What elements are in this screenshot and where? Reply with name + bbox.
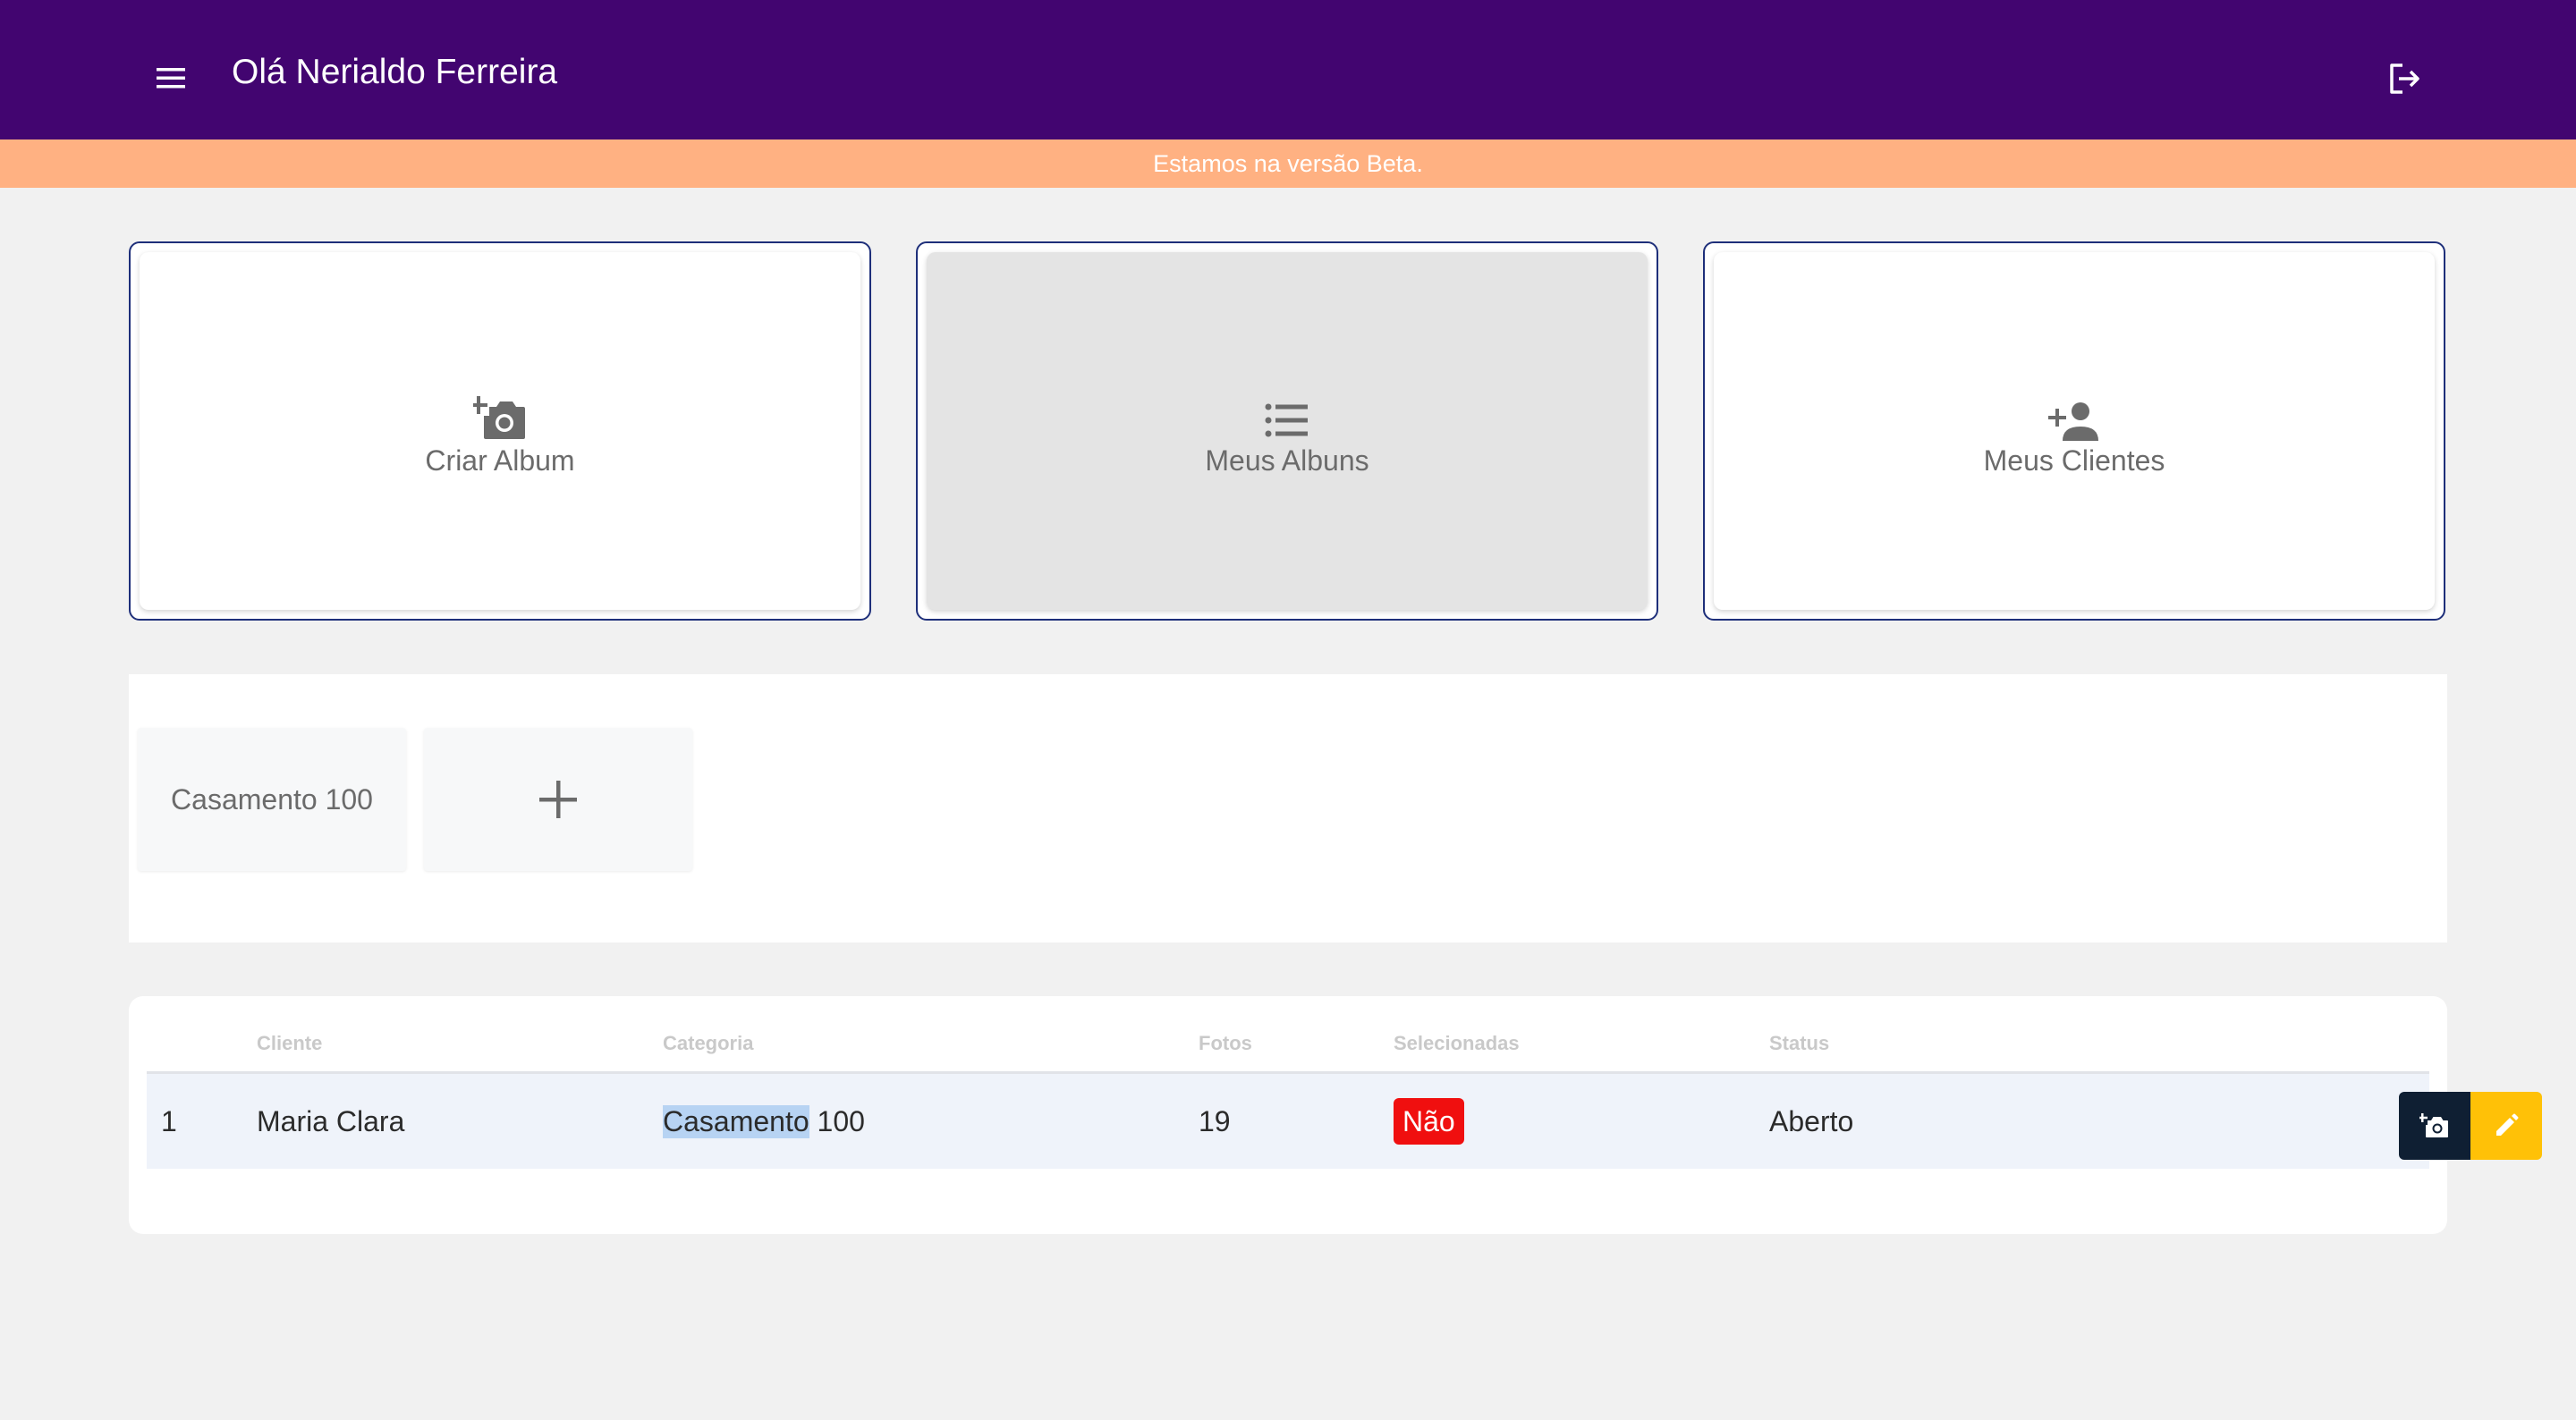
column-header-cliente: Cliente: [257, 1032, 323, 1054]
card-create-album-label: Criar Album: [425, 444, 575, 477]
row-cliente: Maria Clara: [257, 1104, 405, 1137]
card-create-album-body: Criar Album: [140, 252, 860, 610]
album-tile[interactable]: Casamento 100: [138, 728, 406, 871]
logout-button[interactable]: [2379, 54, 2429, 104]
menu-button[interactable]: [145, 52, 197, 104]
column-header-fotos: Fotos: [1199, 1032, 1252, 1054]
card-my-clients-label: Meus Clientes: [1983, 444, 2165, 477]
greeting-title: Olá Nerialdo Ferreira: [232, 53, 558, 91]
column-header-status: Status: [1769, 1032, 1830, 1054]
pencil-icon: [2496, 1113, 2519, 1136]
table-row: 1 Maria Clara Casamento 100 19 Não Abert…: [147, 1074, 2542, 1169]
beta-banner-text: Estamos na versão Beta.: [1153, 149, 1423, 177]
beta-banner: Estamos na versão Beta.: [0, 139, 2576, 188]
add-album-button[interactable]: [424, 728, 692, 871]
row-categoria-rest: 100: [809, 1104, 865, 1137]
logout-icon: [2390, 63, 2419, 94]
album-tile-label: Casamento 100: [171, 782, 373, 816]
albums-table: Cliente Categoria Fotos Selecionadas Sta…: [129, 996, 2542, 1234]
card-my-clients[interactable]: Meus Clientes: [1703, 241, 2445, 621]
top-app-bar: Olá Nerialdo Ferreira: [0, 0, 2576, 139]
card-my-clients-body: Meus Clientes: [1714, 252, 2435, 610]
row-status: Aberto: [1769, 1104, 1854, 1137]
card-my-albums-label: Meus Albuns: [1205, 444, 1369, 477]
add-photo-icon: [473, 395, 525, 439]
row-fotos: 19: [1199, 1104, 1231, 1137]
column-header-categoria: Categoria: [663, 1032, 754, 1054]
photos-button[interactable]: [2399, 1092, 2470, 1160]
edit-button[interactable]: [2470, 1092, 2542, 1160]
camera-icon: [2419, 1113, 2448, 1137]
plus-icon: [539, 781, 577, 818]
person-add-icon: [2048, 401, 2098, 441]
list-icon: [1265, 403, 1308, 436]
menu-icon: [157, 68, 185, 89]
card-my-albums-body: Meus Albuns: [927, 252, 1648, 610]
albums-panel: Casamento 100: [129, 674, 2447, 942]
row-categoria: Casamento 100: [663, 1074, 865, 1169]
status-badge: Não: [1394, 1098, 1464, 1145]
row-index: 1: [161, 1104, 177, 1137]
column-header-selecionadas: Selecionadas: [1394, 1032, 1520, 1054]
selected-text-highlight: Casamento: [663, 1104, 809, 1138]
card-my-albums[interactable]: Meus Albuns: [916, 241, 1658, 621]
card-create-album[interactable]: Criar Album: [129, 241, 871, 621]
row-selecionadas: Não: [1394, 1074, 1464, 1169]
